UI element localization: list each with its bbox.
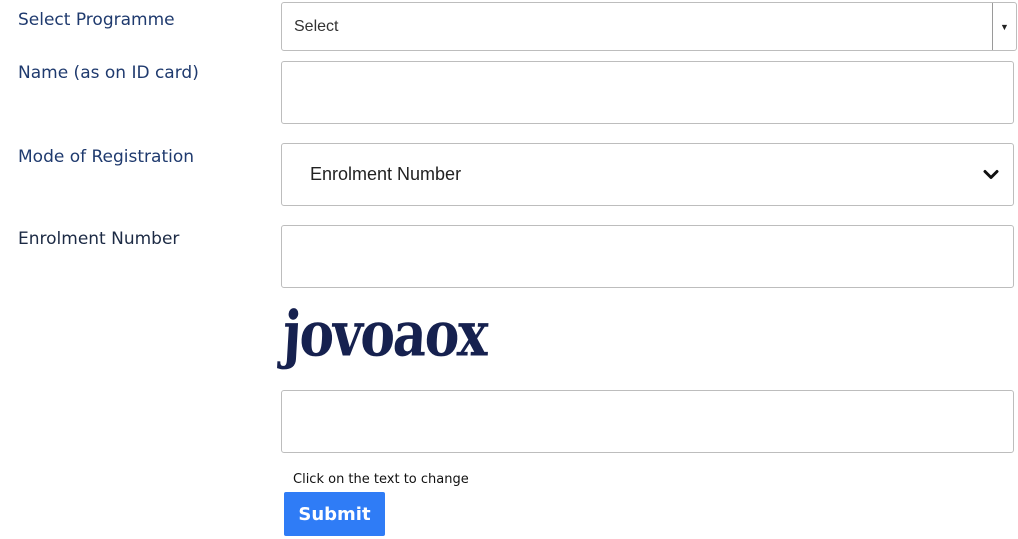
chevron-down-icon: [983, 169, 999, 179]
dropdown-arrow-icon[interactable]: ▼: [992, 3, 1016, 50]
programme-select[interactable]: Select ▼: [281, 2, 1017, 51]
name-label: Name (as on ID card): [18, 63, 199, 83]
enrolment-number-field[interactable]: [281, 225, 1014, 288]
programme-label: Select Programme: [18, 10, 175, 30]
captcha-image[interactable]: jovoaox: [281, 298, 489, 371]
name-field[interactable]: [281, 61, 1014, 124]
captcha-hint: Click on the text to change: [293, 472, 469, 487]
mode-select[interactable]: Enrolment Number: [281, 143, 1014, 206]
programme-select-value: Select: [294, 17, 339, 35]
captcha-input[interactable]: [281, 390, 1014, 453]
mode-label: Mode of Registration: [18, 147, 195, 167]
enrolment-label: Enrolment Number: [18, 229, 180, 249]
mode-select-value: Enrolment Number: [310, 164, 462, 184]
submit-button[interactable]: Submit: [284, 492, 385, 536]
